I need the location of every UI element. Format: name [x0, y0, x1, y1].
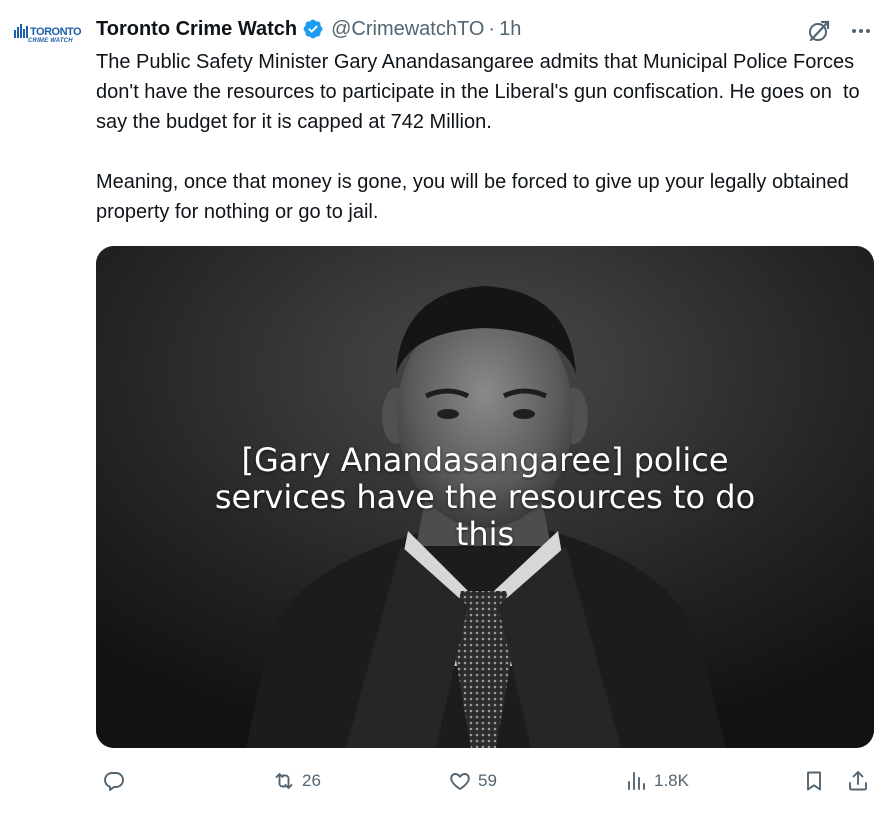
reply-icon	[104, 772, 124, 791]
grok-icon[interactable]	[806, 18, 832, 44]
verified-badge-icon[interactable]	[302, 18, 324, 40]
retweet-button[interactable]: 26	[272, 764, 321, 798]
tweet-header: Toronto Crime Watch @CrimewatchTO · 1h	[96, 15, 521, 43]
share-icon	[849, 771, 867, 791]
more-icon[interactable]	[848, 18, 874, 44]
retweet-icon	[275, 773, 293, 789]
heart-icon	[450, 773, 470, 790]
avatar[interactable]: TORONTO CRIME WATCH	[14, 24, 86, 64]
views-count: 1.8K	[654, 771, 689, 790]
reply-button[interactable]	[102, 764, 132, 798]
tweet-paragraph: Meaning, once that money is gone, you wi…	[96, 171, 855, 223]
tweet-time[interactable]: 1h	[499, 18, 521, 41]
author-handle[interactable]: @CrimewatchTO	[331, 18, 484, 41]
tweet-paragraph: The Public Safety Minister Gary Anandasa…	[96, 51, 866, 133]
author-display-name[interactable]: Toronto Crime Watch	[96, 18, 297, 41]
views-button[interactable]: 1.8K	[624, 764, 689, 798]
like-button[interactable]: 59	[448, 764, 497, 798]
bookmark-icon	[807, 771, 821, 791]
like-count: 59	[478, 771, 497, 790]
avatar-logo-bottom: CRIME WATCH	[28, 38, 73, 44]
avatar-logo-top: TORONTO	[30, 26, 82, 38]
tweet-text: The Public Safety Minister Gary Anandasa…	[96, 47, 876, 227]
skyline-icon	[14, 24, 28, 38]
bookmark-button[interactable]	[802, 764, 826, 798]
retweet-count: 26	[302, 771, 321, 790]
avatar-logo: TORONTO	[14, 24, 82, 38]
video-player[interactable]: [Gary Anandasangaree] police services ha…	[96, 246, 874, 748]
share-button[interactable]	[846, 764, 870, 798]
separator-dot: ·	[488, 17, 496, 40]
video-caption: [Gary Anandasangaree] police services ha…	[214, 441, 756, 553]
action-bar: 26 59 1.8K	[96, 764, 876, 798]
tweet[interactable]: TORONTO CRIME WATCH Toronto Crime Watch …	[0, 0, 894, 814]
views-icon	[628, 772, 645, 790]
